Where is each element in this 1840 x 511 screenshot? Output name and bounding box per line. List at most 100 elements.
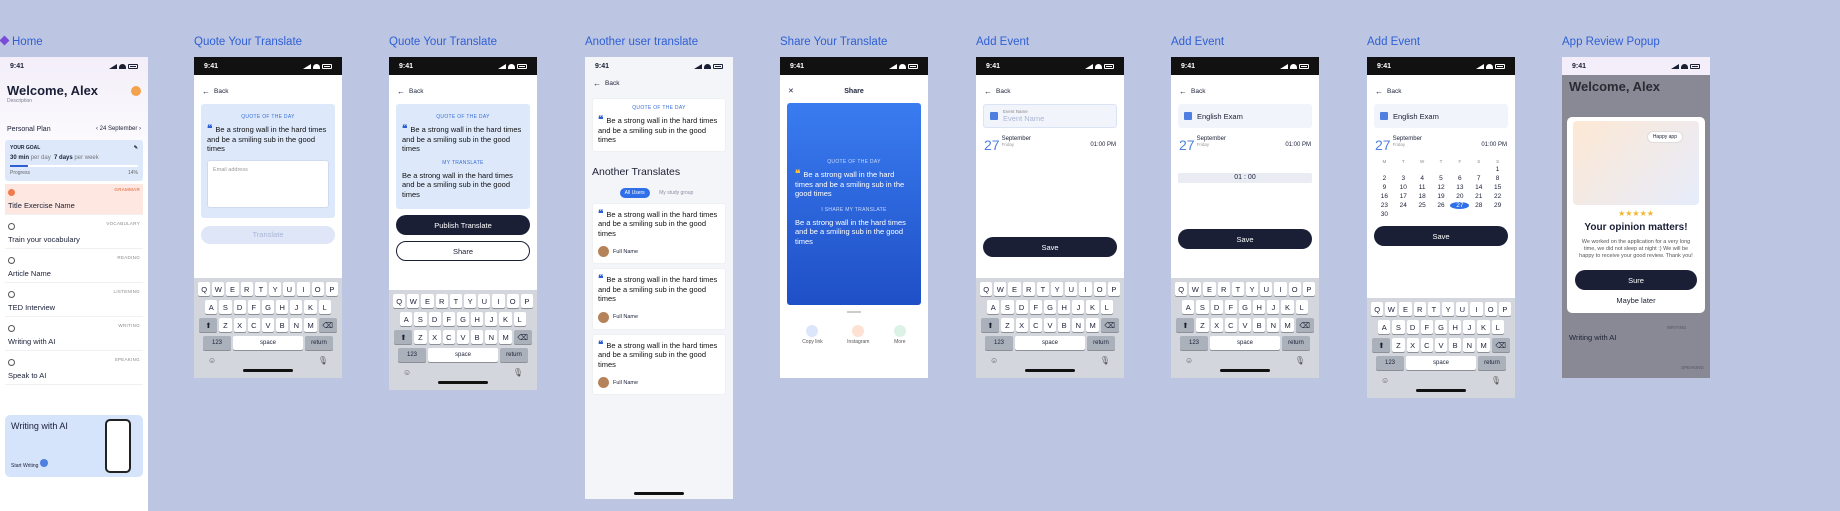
key-o[interactable]: O — [1288, 282, 1301, 296]
save-button[interactable]: Save — [983, 237, 1117, 257]
key-u[interactable]: U — [1065, 282, 1078, 296]
translate-button[interactable]: Translate — [201, 225, 335, 244]
key-r[interactable]: R — [435, 294, 448, 308]
calendar-day[interactable]: 9 — [1375, 184, 1394, 191]
key-m[interactable]: M — [304, 318, 317, 332]
calendar-day[interactable]: 5 — [1432, 175, 1451, 182]
back-button[interactable]: ← Back — [585, 75, 733, 92]
calendar-day[interactable]: 22 — [1488, 193, 1507, 200]
mic-icon[interactable]: 🎙 — [1295, 356, 1305, 365]
key-n[interactable]: N — [1463, 338, 1476, 352]
key-s[interactable]: S — [219, 300, 232, 314]
date-time-row[interactable]: 27 September Friday 01:00 PM — [976, 132, 1124, 157]
save-button[interactable]: Save — [1374, 226, 1508, 246]
calendar-day[interactable]: 27 — [1450, 202, 1470, 209]
shift-key[interactable]: ⬆ — [394, 330, 413, 344]
key-n[interactable]: N — [485, 330, 498, 344]
check-icon[interactable] — [8, 189, 15, 196]
numbers-key[interactable]: 123 — [1180, 336, 1208, 350]
instagram-button[interactable]: Instagram — [847, 325, 869, 345]
key-d[interactable]: D — [428, 312, 441, 326]
shift-key[interactable]: ⬆ — [1372, 338, 1391, 352]
key-k[interactable]: K — [1281, 300, 1294, 314]
key-j[interactable]: J — [290, 300, 303, 314]
back-button[interactable]: ← Back — [1171, 79, 1319, 100]
key-h[interactable]: H — [1058, 300, 1071, 314]
key-l[interactable]: L — [1295, 300, 1308, 314]
calendar-day[interactable]: 15 — [1488, 184, 1507, 191]
key-k[interactable]: K — [304, 300, 317, 314]
back-button[interactable]: ← Back — [194, 79, 342, 100]
backspace-key[interactable]: ⌫ — [318, 318, 337, 332]
key-c[interactable]: C — [1224, 318, 1237, 332]
backspace-key[interactable]: ⌫ — [1100, 318, 1119, 332]
check-icon[interactable] — [8, 291, 15, 298]
key-p[interactable]: P — [325, 282, 338, 296]
tab-all-users[interactable]: All Users — [619, 187, 650, 198]
key-w[interactable]: W — [407, 294, 420, 308]
key-a[interactable]: A — [1182, 300, 1195, 314]
translate-card[interactable]: ❝ Be a strong wall in the hard times and … — [592, 268, 726, 330]
key-l[interactable]: L — [1100, 300, 1113, 314]
key-q[interactable]: Q — [1175, 282, 1188, 296]
translate-card[interactable]: ❝ Be a strong wall in the hard times and … — [592, 202, 726, 264]
key-g[interactable]: G — [1043, 300, 1057, 314]
key-o[interactable]: O — [1484, 302, 1497, 316]
key-c[interactable]: C — [1420, 338, 1433, 352]
calendar-day[interactable]: 17 — [1394, 193, 1413, 200]
key-z[interactable]: Z — [414, 330, 427, 344]
calendar-day[interactable]: 21 — [1469, 193, 1488, 200]
return-key[interactable]: return — [1478, 356, 1506, 370]
key-b[interactable]: B — [471, 330, 484, 344]
key-y[interactable]: Y — [1442, 302, 1455, 316]
calendar-day[interactable]: 28 — [1469, 202, 1488, 209]
date-time-row[interactable]: 27 September Friday 01:00 PM — [1367, 132, 1515, 157]
key-k[interactable]: K — [499, 312, 512, 326]
calendar-day[interactable]: 23 — [1375, 202, 1394, 209]
shift-key[interactable]: ⬆ — [981, 318, 1000, 332]
key-e[interactable]: E — [1399, 302, 1412, 316]
task-item[interactable]: LISTENING TED Interview — [5, 286, 143, 317]
key-j[interactable]: J — [1072, 300, 1085, 314]
calendar-day[interactable]: 4 — [1413, 175, 1432, 182]
check-icon[interactable] — [8, 325, 15, 332]
return-key[interactable]: return — [500, 348, 528, 362]
key-d[interactable]: D — [1210, 300, 1223, 314]
publish-button[interactable]: Publish Translate — [396, 215, 530, 235]
key-h[interactable]: H — [1449, 320, 1462, 334]
key-e[interactable]: E — [421, 294, 434, 308]
key-e[interactable]: E — [1008, 282, 1021, 296]
key-a[interactable]: A — [400, 312, 413, 326]
key-r[interactable]: R — [1217, 282, 1230, 296]
calendar-day[interactable]: 11 — [1413, 184, 1432, 191]
numbers-key[interactable]: 123 — [398, 348, 426, 362]
key-n[interactable]: N — [1267, 318, 1280, 332]
key-m[interactable]: M — [499, 330, 512, 344]
key-l[interactable]: L — [1491, 320, 1504, 334]
key-y[interactable]: Y — [1051, 282, 1064, 296]
key-h[interactable]: H — [1253, 300, 1266, 314]
check-icon[interactable] — [8, 223, 15, 230]
calendar-day[interactable]: 16 — [1375, 193, 1394, 200]
emoji-icon[interactable]: ☺ — [403, 368, 411, 377]
space-key[interactable]: space — [233, 336, 303, 350]
task-item[interactable]: SPEAKING Speak to AI — [5, 354, 143, 385]
task-item[interactable]: WRITING Writing with AI — [5, 320, 143, 351]
key-w[interactable]: W — [994, 282, 1007, 296]
key-u[interactable]: U — [1260, 282, 1273, 296]
key-q[interactable]: Q — [1371, 302, 1384, 316]
key-x[interactable]: X — [233, 318, 246, 332]
calendar-day[interactable]: 2 — [1375, 175, 1394, 182]
back-button[interactable]: ← Back — [976, 79, 1124, 100]
plan-date-picker[interactable]: ‹ 24 September › — [96, 126, 141, 133]
calendar-day[interactable]: 26 — [1432, 202, 1451, 209]
key-k[interactable]: K — [1086, 300, 1099, 314]
event-name-input[interactable]: English Exam — [1374, 104, 1508, 128]
key-l[interactable]: L — [318, 300, 331, 314]
key-b[interactable]: B — [1449, 338, 1462, 352]
task-item[interactable]: GRAMMAR Title Exercise Name — [5, 184, 143, 215]
backspace-key[interactable]: ⌫ — [513, 330, 532, 344]
check-icon[interactable] — [8, 359, 15, 366]
calendar-day[interactable]: 8 — [1488, 175, 1507, 182]
calendar-day[interactable]: 6 — [1450, 175, 1469, 182]
